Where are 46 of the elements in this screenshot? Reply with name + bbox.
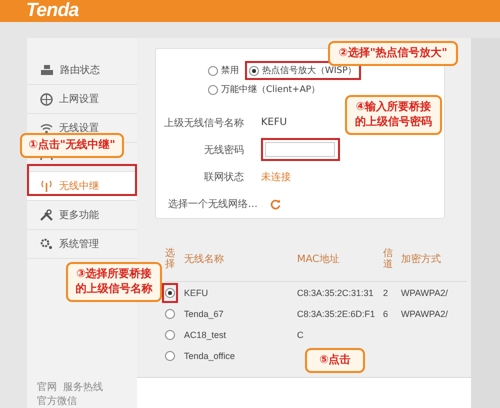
table-cell: WPAWPA2/ [401, 308, 448, 318]
field-label: 联网状态 [203, 170, 244, 184]
radio-label: 禁用 [221, 64, 239, 77]
router-icon [40, 64, 54, 76]
table-cell: C [297, 330, 304, 340]
column-header: 选择 [165, 248, 175, 270]
ssid-value: KEFU [261, 117, 287, 128]
column-header: 加密方式 [401, 252, 442, 266]
table-cell: AC18_test [184, 330, 226, 340]
annotation-tooltip: ②选择"热点信号放大" [328, 41, 458, 66]
field-label: 上级无线信号名称 [163, 116, 244, 130]
field-label: 选择一个无线网络... [168, 198, 258, 212]
radio-button[interactable] [165, 330, 175, 340]
column-header: MAC地址 [297, 252, 340, 266]
table-cell: Tenda_office [184, 350, 235, 360]
radio-button[interactable] [208, 84, 218, 94]
refresh-icon[interactable] [270, 198, 281, 210]
antenna-icon [40, 180, 53, 192]
password-field[interactable] [265, 142, 335, 158]
table-cell: WPAWPA2/ [401, 288, 448, 298]
radio-label: 万能中继（Client+AP） [221, 84, 320, 96]
radio-button[interactable] [208, 66, 218, 76]
annotation-tooltip: ③选择所要桥接的上级信号名称 [66, 262, 162, 302]
table-cell: KEFU [184, 288, 208, 298]
gear-icon [40, 238, 53, 250]
logo: Tenda [26, 0, 79, 22]
table-cell: C8:3A:35:2C:31:31 [297, 288, 374, 298]
table-cell: 2 [383, 288, 388, 298]
radio-label: 热点信号放大（WISP） [262, 64, 357, 77]
globe-icon [40, 92, 53, 106]
table-cell: Tenda_67 [184, 308, 224, 318]
column-header: 无线名称 [184, 252, 225, 266]
table-cell: C8:3A:35:2E:6D:F1 [297, 308, 376, 318]
radio-button[interactable] [165, 288, 175, 298]
radio-button[interactable] [249, 66, 259, 76]
tools-icon [40, 209, 53, 221]
status-value: 未连接 [261, 170, 291, 184]
radio-button[interactable] [165, 350, 175, 360]
column-header: 信道 [383, 248, 393, 270]
radio-button[interactable] [165, 308, 175, 318]
wifi-icon [40, 122, 53, 134]
table-cell: 6 [383, 308, 388, 318]
annotation-tooltip: ⑤点击 [305, 348, 365, 373]
annotation-tooltip: ④输入所要桥接的上级信号密码 [345, 95, 442, 135]
annotation-tooltip: ①点击"无线中继" [20, 133, 124, 158]
field-label: 无线密码 [203, 144, 244, 157]
